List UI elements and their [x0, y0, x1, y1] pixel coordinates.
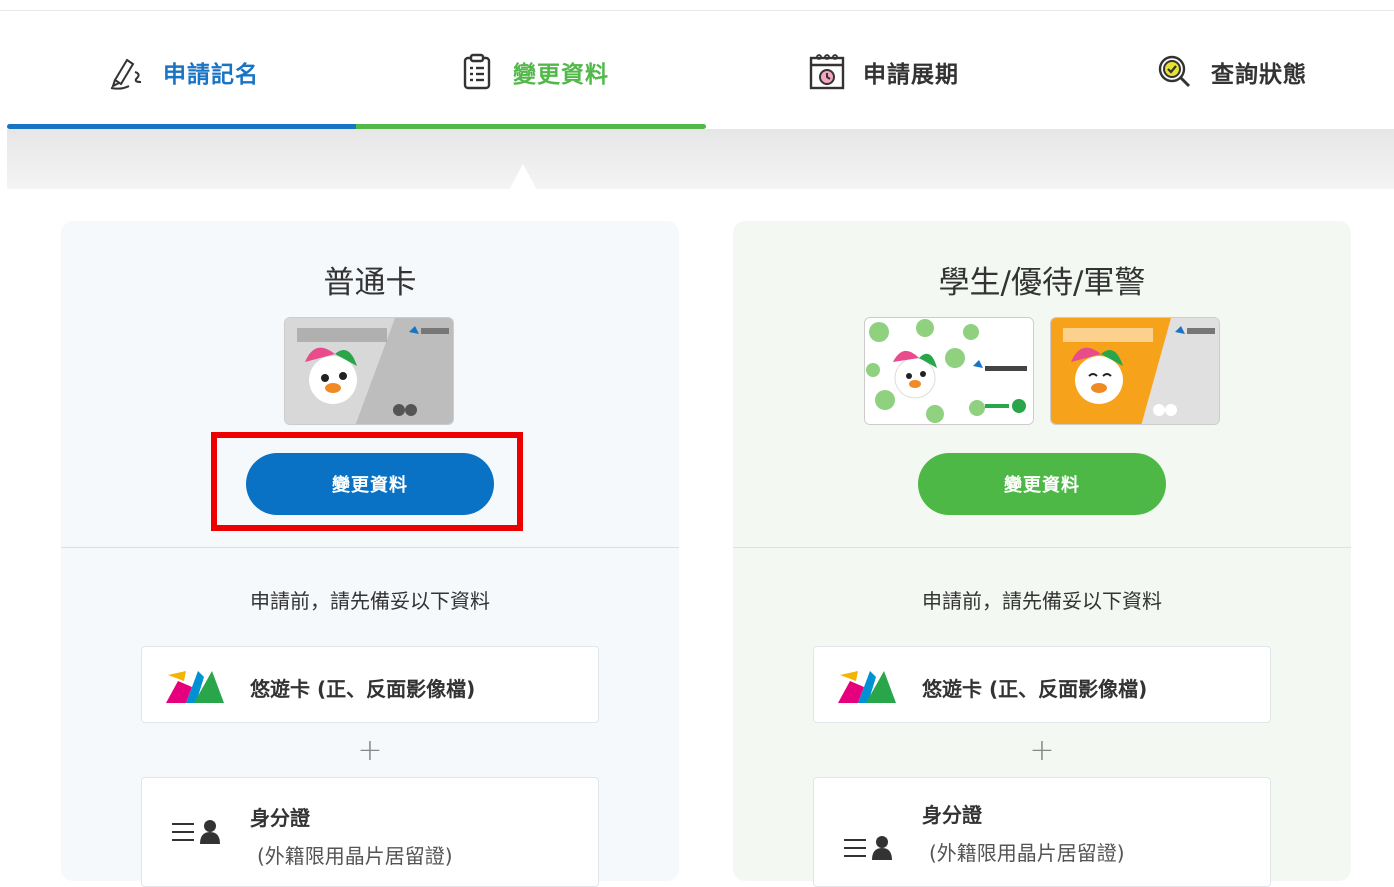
tab-pointer [509, 164, 537, 190]
requirement-label: 悠遊卡 (正、反面影像檔) [250, 677, 476, 701]
pen-icon [107, 52, 147, 92]
prep-title: 申請前，請先備妥以下資料 [922, 589, 1162, 613]
id-card-icon [838, 834, 898, 864]
plus-icon: + [1029, 733, 1055, 768]
card-title: 普通卡 [323, 265, 417, 301]
tab-status[interactable]: 查詢狀態 [1155, 50, 1307, 94]
card-student: 學生/優待/軍警 變更資料 申請前，請先備妥以下資料 悠遊卡 (正、反面影像檔)… [733, 221, 1351, 887]
tab-status-label: 查詢狀態 [1211, 62, 1307, 88]
easycard-logo-icon [164, 667, 226, 705]
requirement-label: 身分證 [250, 806, 310, 830]
requirement-id: 身分證 (外籍限用晶片居留證) [141, 777, 599, 887]
regular-card-image [284, 317, 454, 425]
tab-extend[interactable]: 申請展期 [807, 50, 959, 94]
requirement-label: 悠遊卡 (正、反面影像檔) [922, 677, 1148, 701]
change-data-button-student[interactable]: 變更資料 [918, 453, 1166, 515]
requirement-sublabel: (外籍限用晶片居留證) [257, 844, 453, 868]
concession-card-image [1050, 317, 1220, 425]
tab-register[interactable]: 申請記名 [107, 50, 259, 94]
tab-register-label: 申請記名 [163, 62, 259, 88]
card-title: 學生/優待/軍警 [938, 265, 1146, 301]
tab-change-data-label: 變更資料 [513, 62, 609, 88]
requirement-easycard: 悠遊卡 (正、反面影像檔) [141, 646, 599, 723]
card-regular: 普通卡 變更資料 申請前，請先備妥以下資料 悠遊卡 (正、反面影像檔) + 身分… [61, 221, 679, 887]
student-card-image [864, 317, 1034, 425]
requirement-easycard: 悠遊卡 (正、反面影像檔) [813, 646, 1271, 723]
top-divider [0, 10, 1394, 11]
prep-title: 申請前，請先備妥以下資料 [250, 589, 490, 613]
plus-icon: + [357, 733, 383, 768]
highlight-box [211, 432, 523, 531]
requirement-id: 身分證 (外籍限用晶片居留證) [813, 777, 1271, 887]
id-card-icon [166, 818, 226, 848]
tab-extend-label: 申請展期 [863, 62, 959, 88]
card-divider [61, 547, 679, 548]
card-divider [733, 547, 1351, 548]
requirement-label: 身分證 [922, 803, 982, 827]
tab-change-data[interactable]: 變更資料 [457, 50, 609, 94]
requirement-sublabel: (外籍限用晶片居留證) [929, 841, 1125, 865]
header-band [7, 129, 1394, 189]
easycard-logo-icon [836, 667, 898, 705]
clipboard-icon [457, 52, 497, 92]
calendar-clock-icon [807, 52, 847, 92]
search-check-icon [1155, 52, 1195, 92]
